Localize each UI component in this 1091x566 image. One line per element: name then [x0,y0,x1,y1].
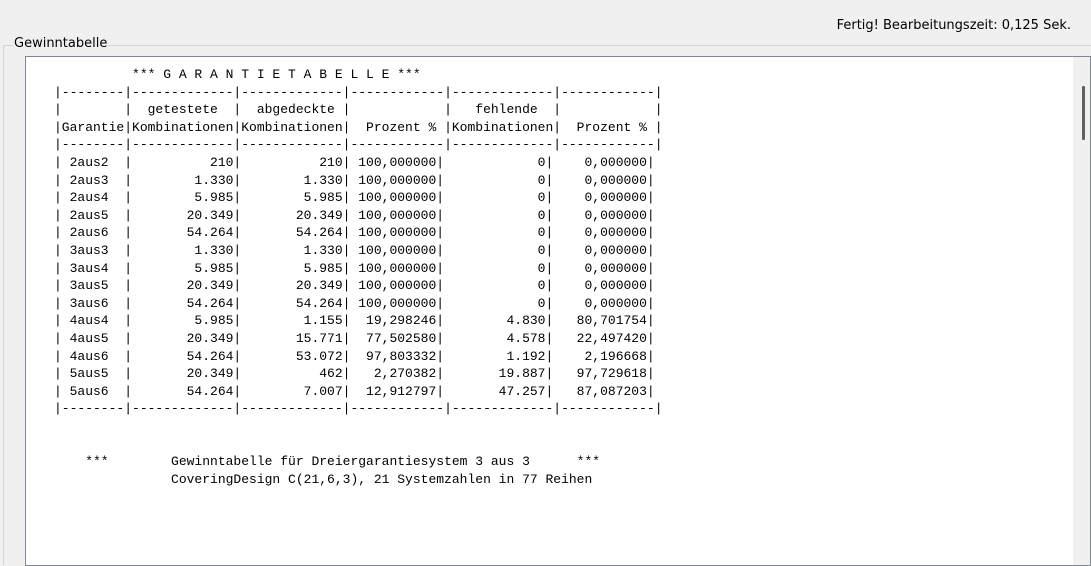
report-line: | 5aus5 | 20.349| 462| 2,270382| 19.887|… [54,366,655,382]
report-line: | 3aus5 | 20.349| 20.349| 100,000000| 0|… [54,278,655,294]
report-line: *** Gewinntabelle für Dreiergarantiesyst… [54,454,601,470]
report-line: | 2aus6 | 54.264| 54.264| 100,000000| 0|… [54,225,655,241]
report-line: CoveringDesign C(21,6,3), 21 Systemzahle… [54,471,593,487]
guarantee-table-report: *** G A R A N T I E T A B E L L E *** |-… [54,66,663,488]
report-line: | 3aus4 | 5.985| 5.985| 100,000000| 0| 0… [54,260,655,276]
report-line: | 5aus6 | 54.264| 7.007| 12,912797| 47.2… [54,383,655,399]
report-line: |--------|-------------|-------------|--… [54,401,663,417]
report-line: | | getestete | abgedeckte | | fehlende … [54,102,663,118]
report-line: *** G A R A N T I E T A B E L L E *** [54,67,421,82]
report-line: | 2aus5 | 20.349| 20.349| 100,000000| 0|… [54,207,655,223]
report-line: |--------|-------------|-------------|--… [54,137,663,153]
report-line: | 2aus3 | 1.330| 1.330| 100,000000| 0| 0… [54,172,655,188]
report-line: |Garantie|Kombinationen|Kombinationen| P… [54,119,663,135]
report-line: | 4aus5 | 20.349| 15.771| 77,502580| 4.5… [54,330,655,346]
report-text-area[interactable]: *** G A R A N T I E T A B E L L E *** |-… [25,56,1091,566]
report-line: |--------|-------------|-------------|--… [54,84,663,100]
report-line: | 2aus2 | 210| 210| 100,000000| 0| 0,000… [54,154,655,170]
report-line: | 4aus6 | 54.264| 53.072| 97,803332| 1.1… [54,348,655,364]
group-title: Gewinntabelle [13,36,109,51]
report-line: | 2aus4 | 5.985| 5.985| 100,000000| 0| 0… [54,190,655,206]
status-bar-text: Fertig! Bearbeitungszeit: 0,125 Sek. [836,18,1071,33]
report-line: | 3aus3 | 1.330| 1.330| 100,000000| 0| 0… [54,242,655,258]
report-line: | 4aus4 | 5.985| 1.155| 19,298246| 4.830… [54,313,655,329]
report-line: | 3aus6 | 54.264| 54.264| 100,000000| 0|… [54,295,655,311]
scrollbar-thumb[interactable] [1082,86,1085,140]
vertical-scrollbar[interactable] [1073,57,1090,565]
